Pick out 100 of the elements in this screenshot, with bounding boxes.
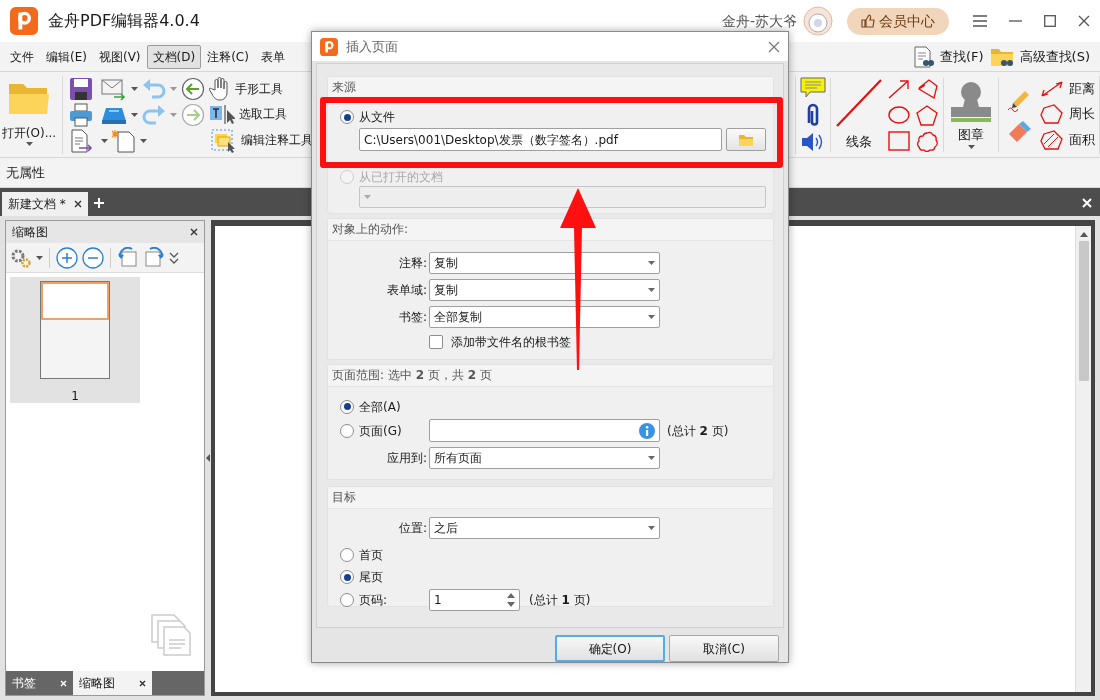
- dialog-button[interactable]: 确定(O): [555, 635, 665, 662]
- menu-item[interactable]: 视图(V): [92, 44, 147, 69]
- line-tool-button[interactable]: 线条: [835, 78, 883, 152]
- rotate-right-icon[interactable]: [143, 246, 165, 269]
- caret-icon: [648, 288, 655, 292]
- radio-label: 页码:: [359, 592, 388, 609]
- panel-title: 缩略图: [12, 224, 48, 241]
- file-path-field[interactable]: C:\Users\001\Desktop\发票（数字签名）.pdf: [359, 128, 722, 151]
- tool-button[interactable]: 编辑注释工具: [241, 131, 313, 150]
- properties-label: 无属性: [6, 163, 45, 182]
- find-button[interactable]: 查找(F): [937, 46, 986, 67]
- radio-label: 首页: [359, 547, 383, 564]
- radio-button[interactable]: [340, 593, 354, 607]
- caret-icon: [648, 526, 655, 530]
- close-icon[interactable]: [190, 228, 198, 236]
- page-range-field[interactable]: [429, 419, 660, 442]
- document-tab[interactable]: 新建文档 *: [2, 192, 88, 216]
- pentagon-tool-icon[interactable]: [915, 104, 939, 126]
- measure-button[interactable]: 周长: [1069, 104, 1095, 124]
- open-button[interactable]: 打开(O)...: [0, 76, 58, 154]
- zoom-in-icon[interactable]: [56, 246, 78, 269]
- app-logo-icon: [10, 7, 38, 35]
- radio-button[interactable]: [340, 423, 354, 438]
- scroll-up-icon[interactable]: [1079, 232, 1088, 237]
- add-tab-icon[interactable]: [93, 198, 104, 208]
- printer-icon[interactable]: [69, 103, 93, 127]
- dropdown[interactable]: 所有页面: [429, 447, 660, 469]
- text-select-icon[interactable]: [209, 102, 235, 126]
- scrollbar-thumb[interactable]: [1078, 241, 1089, 381]
- dropdown[interactable]: 全部复制: [429, 306, 660, 328]
- area-icon: [1039, 129, 1065, 151]
- document-dropdown[interactable]: [359, 186, 766, 208]
- edit-annotation-icon[interactable]: [209, 127, 237, 154]
- expand-icon[interactable]: [169, 250, 179, 265]
- export-icon[interactable]: [69, 129, 93, 153]
- measure-button[interactable]: 距离: [1069, 79, 1095, 99]
- perimeter-icon: [1039, 103, 1065, 125]
- line-icon: [835, 78, 883, 129]
- dialog-button[interactable]: 取消(C): [669, 635, 779, 662]
- page-number-spinner[interactable]: 1: [429, 589, 520, 611]
- menu-icon[interactable]: [973, 15, 987, 27]
- radio-label: 全部(A): [359, 398, 401, 416]
- radio-label: 尾页: [359, 569, 383, 586]
- thumbs-up-icon: [861, 14, 875, 28]
- section-title: 对象上的动作:: [328, 219, 773, 241]
- eraser-icon[interactable]: [1007, 120, 1031, 142]
- browse-button[interactable]: [726, 128, 766, 151]
- panel-tab[interactable]: 缩略图: [73, 671, 152, 695]
- rotate-left-icon[interactable]: [117, 246, 139, 269]
- radio-button[interactable]: [340, 570, 354, 584]
- radio-button[interactable]: [340, 548, 354, 562]
- menu-item[interactable]: 表单: [254, 44, 291, 69]
- menu-item[interactable]: 文件: [4, 44, 40, 69]
- dropdown[interactable]: 复制: [429, 252, 660, 274]
- checkbox-label: 添加带文件名的根书签: [451, 334, 571, 351]
- gear-icon[interactable]: [10, 247, 32, 268]
- maximize-icon[interactable]: [1044, 15, 1056, 27]
- caret-icon: [140, 139, 147, 143]
- spin-arrows-icon[interactable]: [507, 593, 515, 607]
- folder-icon: [738, 133, 754, 147]
- checkbox[interactable]: [429, 335, 443, 349]
- caret-icon: [131, 87, 138, 91]
- info-icon: [639, 422, 655, 439]
- radio-label: 从文件: [359, 109, 395, 126]
- zoom-out-icon[interactable]: [82, 246, 104, 269]
- radio-button[interactable]: [340, 110, 354, 124]
- find-icon: [911, 45, 934, 68]
- arrow-tool-icon[interactable]: [887, 78, 911, 100]
- back-icon[interactable]: [181, 77, 205, 101]
- tool-button[interactable]: 选取工具: [239, 105, 287, 123]
- dropdown[interactable]: 之后: [429, 517, 660, 539]
- radio-button[interactable]: [340, 399, 354, 414]
- section-title: 来源: [328, 77, 773, 99]
- dialog-logo-icon: [320, 37, 338, 56]
- close-icon[interactable]: [73, 200, 82, 208]
- page-total: (总计 1 页): [529, 592, 592, 609]
- dropdown[interactable]: 复制: [429, 279, 660, 301]
- close-icon[interactable]: [139, 679, 146, 687]
- new-page-icon[interactable]: [112, 129, 136, 153]
- hand-icon[interactable]: [209, 76, 231, 101]
- menu-item[interactable]: 编辑(E): [40, 44, 93, 69]
- menu-item[interactable]: 文档(D): [146, 44, 202, 69]
- measure-button[interactable]: 面积: [1069, 130, 1095, 150]
- find-button[interactable]: 高级查找(S): [1017, 46, 1092, 67]
- member-center-button[interactable]: 会员中心: [847, 7, 949, 35]
- menu-item[interactable]: 注释(C): [201, 44, 255, 69]
- close-icon[interactable]: [1078, 15, 1090, 27]
- email-icon[interactable]: [101, 77, 127, 101]
- tool-button[interactable]: 手形工具: [235, 79, 283, 98]
- caret-icon: [131, 113, 138, 117]
- field-label: 应用到:: [385, 450, 427, 467]
- cloud-tool-icon[interactable]: [915, 130, 939, 152]
- rectangle-tool-icon[interactable]: [887, 130, 911, 152]
- stamp-button[interactable]: 图章: [948, 81, 994, 149]
- page-thumbnail[interactable]: 1: [10, 277, 140, 403]
- caret-icon: [364, 195, 371, 199]
- pencil-icon[interactable]: [1007, 88, 1031, 112]
- tab-label[interactable]: 新建文档 *: [8, 195, 66, 213]
- ellipse-tool-icon[interactable]: [887, 104, 911, 126]
- save-icon[interactable]: [69, 77, 93, 101]
